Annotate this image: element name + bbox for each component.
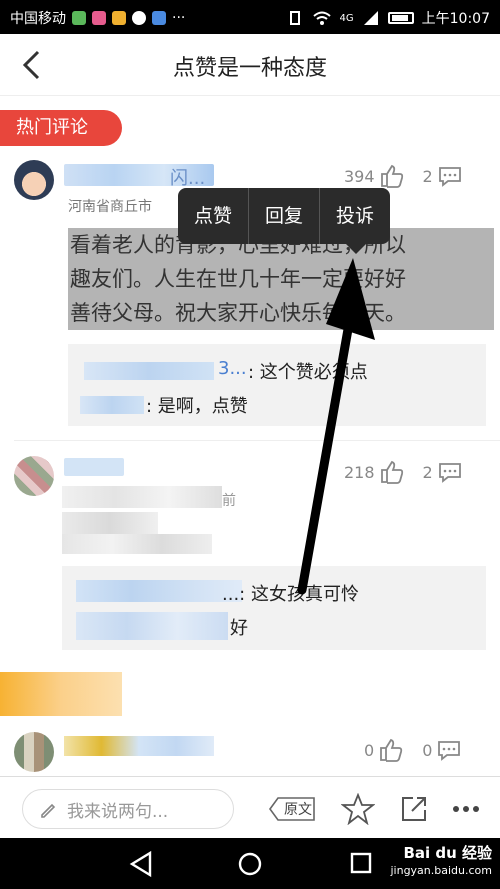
reply-username-tail[interactable]: 3... (218, 358, 247, 379)
thumbs-up-icon[interactable] (378, 738, 404, 762)
pencil-icon (41, 803, 56, 818)
menu-item-report[interactable]: 投诉 (320, 188, 390, 244)
reply-text: 好 (230, 618, 248, 639)
menu-item-like[interactable]: 点赞 (178, 188, 249, 244)
like-count: 0 (364, 740, 375, 760)
favorite-button[interactable] (340, 789, 376, 829)
comment-text-blurred (62, 534, 212, 554)
location-label: 河南省商丘市 (68, 199, 152, 215)
status-right: 4G 上午10:07 (286, 8, 490, 28)
comment-text-blurred (62, 512, 158, 534)
context-menu-caret (346, 244, 366, 254)
comment-bubble-icon[interactable] (436, 739, 462, 761)
comment-text-blurred (62, 486, 222, 508)
wifi-icon (312, 11, 331, 25)
like-count: 394 (344, 166, 375, 186)
title-bar: 点赞是一种态度 (0, 34, 500, 96)
more-notifications-icon: ··· (172, 10, 186, 26)
app-notification-icon (112, 11, 126, 25)
message-icon (132, 11, 146, 25)
watermark-brand: Bai du 经验 (403, 844, 492, 862)
original-text-button[interactable]: 原文 (268, 789, 316, 829)
reply-text: ...: 这女孩真可怜 (222, 584, 359, 605)
vibrate-icon (289, 11, 300, 25)
app-notification-icon (92, 11, 106, 25)
comment-actions: 0 0 (364, 738, 462, 762)
like-count: 218 (344, 462, 375, 482)
status-left: 中国移动 ··· (10, 8, 185, 28)
reply-username-blurred[interactable] (76, 580, 242, 602)
comment-actions: 218 2 (344, 460, 463, 484)
context-menu: 点赞 回复 投诉 (178, 188, 390, 244)
carrier-label: 中国移动 (10, 11, 66, 27)
share-icon (402, 797, 426, 821)
reply-text-blurred (76, 612, 228, 640)
nav-recents-icon[interactable] (348, 850, 374, 878)
more-icon (453, 806, 479, 812)
nav-back-icon[interactable] (128, 850, 154, 878)
system-nav-bar: Bai du 经验 jingyan.baidu.com (0, 838, 500, 889)
battery-icon (387, 12, 414, 24)
clock: 上午10:07 (421, 11, 490, 27)
comment-text-line: 趣友们。人生在世几十年一定要好好 (70, 267, 406, 291)
input-bar: 我来说两句... 原文 (0, 776, 500, 838)
comment-text-line: 善待父母。祝大家开心快乐每一天。 (70, 301, 406, 325)
reply-list: ...: 这女孩真可怜 好 (62, 566, 486, 650)
nav-home-icon[interactable] (236, 850, 264, 878)
reply-text: : 这个赞必须点 (248, 362, 368, 383)
more-button[interactable] (448, 789, 484, 829)
reply-username-blurred[interactable] (84, 362, 214, 380)
username-tail[interactable]: 闪... (170, 164, 205, 190)
comment-actions: 394 2 (344, 164, 463, 188)
original-text-label: 原文 (284, 802, 312, 818)
watermark-url: jingyan.baidu.com (390, 864, 492, 877)
avatar[interactable] (14, 456, 54, 496)
comment-count: 2 (422, 166, 433, 186)
comment-bubble-icon[interactable] (437, 461, 463, 483)
network-type: 4G (339, 12, 354, 24)
star-icon (341, 793, 375, 825)
reply-list: 3... : 这个赞必须点 : 是啊，点赞 (68, 344, 486, 426)
menu-item-reply[interactable]: 回复 (249, 188, 320, 244)
comment-input-placeholder: 我来说两句... (67, 801, 169, 822)
app-notification-icon (72, 11, 86, 25)
comment-time-tail: 前 (222, 493, 236, 509)
page-title: 点赞是一种态度 (172, 56, 327, 81)
reply-username-blurred[interactable] (80, 396, 144, 414)
username-blurred[interactable] (64, 736, 214, 756)
comment-count: 0 (422, 740, 433, 760)
share-button[interactable] (396, 789, 432, 829)
section-badge-blurred (0, 672, 122, 716)
hot-comments-badge: 热门评论 (0, 110, 122, 146)
comment-bubble-icon[interactable] (437, 165, 463, 187)
avatar[interactable] (14, 160, 54, 200)
signal-icon (363, 11, 378, 25)
watermark: Bai du 经验 jingyan.baidu.com (390, 844, 492, 880)
divider (14, 440, 500, 441)
app-notification-icon (152, 11, 166, 25)
thumbs-up-icon[interactable] (379, 460, 405, 484)
username-blurred[interactable] (64, 458, 124, 476)
thumbs-up-icon[interactable] (379, 164, 405, 188)
comment-count: 2 (422, 462, 433, 482)
status-bar: 中国移动 ··· 4G 上午10:07 (0, 0, 500, 34)
comment-input[interactable]: 我来说两句... (22, 789, 234, 829)
reply-text: : 是啊，点赞 (146, 396, 248, 417)
avatar[interactable] (14, 732, 54, 772)
